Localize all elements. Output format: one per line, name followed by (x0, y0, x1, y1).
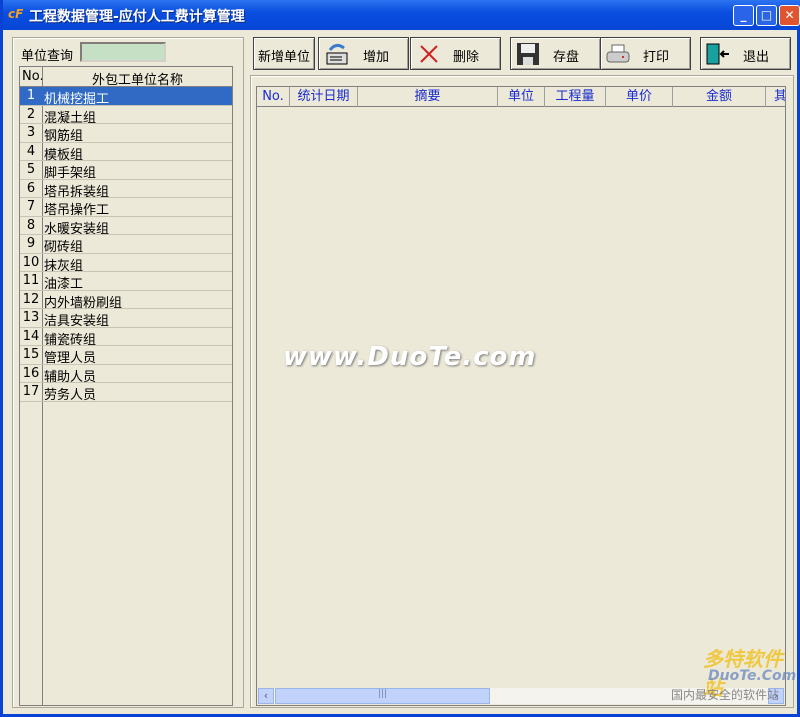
row-no: 3 (26, 125, 36, 140)
row-name: 混凝土组 (44, 110, 97, 126)
save-label: 存盘 (553, 50, 580, 65)
delete-button[interactable]: 删除 (410, 37, 501, 70)
row-name: 管理人员 (44, 351, 97, 366)
list-item[interactable]: 1 机械挖掘工 (20, 87, 232, 107)
list-item[interactable]: 15 管理人员 (20, 346, 232, 366)
row-no: 12 (22, 291, 40, 307)
floppy-disk-icon (517, 43, 539, 65)
list-item[interactable]: 9 砌砖组 (20, 235, 232, 255)
app-window: cF 工程数据管理-应付人工费计算管理 _ □ ✕ 单位查询 No. 外包工单位… (0, 0, 800, 717)
exit-label: 退出 (743, 50, 770, 65)
watermark-slogan: 国内最安全的软件站 (671, 688, 780, 702)
add-label: 增加 (363, 50, 390, 65)
unit-list[interactable]: No. 外包工单位名称 1 机械挖掘工 2 混凝土组 3 钢筋组 4 模板组 5 脚手架组 6 塔吊拆… (19, 66, 233, 706)
row-no: 4 (26, 143, 36, 159)
list-header: No. 外包工单位名称 (20, 67, 232, 88)
row-no: 11 (22, 273, 40, 288)
scroll-left-arrow-icon[interactable]: ‹ (258, 688, 274, 704)
row-no: 14 (22, 328, 40, 344)
grid-header: No. 统计日期 摘要 单位 工程量 单价 金额其 (257, 87, 785, 107)
col-header[interactable]: 金额 (673, 87, 766, 107)
list-item[interactable]: 12 内外墙粉刷组 (20, 291, 232, 311)
exit-door-icon (706, 43, 729, 65)
window-title: 工程数据管理-应付人工费计算管理 (29, 9, 245, 25)
list-item[interactable]: 16 辅助人员 (20, 365, 232, 385)
col-header-no: No. (22, 69, 44, 84)
row-no: 6 (26, 180, 36, 196)
list-item[interactable]: 11 油漆工 (20, 272, 232, 292)
print-label: 打印 (643, 50, 670, 65)
row-name: 水暖安装组 (44, 221, 110, 237)
new-unit-button[interactable]: 新增单位 (253, 37, 315, 70)
list-item[interactable]: 3 钢筋组 (20, 124, 232, 144)
row-name: 机械挖掘工 (44, 92, 110, 107)
row-name: 塔吊操作工 (44, 203, 110, 218)
printer-icon (606, 44, 630, 63)
app-logo-icon: cF (8, 7, 24, 21)
row-name: 劳务人员 (44, 388, 97, 403)
exit-button[interactable]: 退出 (700, 37, 791, 70)
search-input[interactable] (80, 42, 166, 62)
row-no: 10 (22, 254, 40, 270)
col-header[interactable]: No. (257, 87, 290, 107)
add-record-icon (326, 43, 348, 65)
records-grid[interactable]: No. 统计日期 摘要 单位 工程量 单价 金额其 ‹ ||| › (256, 86, 786, 706)
col-header[interactable]: 统计日期 (290, 87, 358, 107)
col-header-name: 外包工单位名称 (92, 73, 184, 88)
row-name: 钢筋组 (44, 129, 84, 144)
list-item[interactable]: 10 抹灰组 (20, 254, 232, 274)
row-name: 洁具安装组 (44, 314, 110, 329)
search-label: 单位查询 (21, 49, 74, 64)
list-item[interactable]: 7 塔吊操作工 (20, 198, 232, 218)
list-item[interactable]: 4 模板组 (20, 143, 232, 163)
list-item[interactable]: 6 塔吊拆装组 (20, 180, 232, 200)
row-no: 7 (26, 199, 36, 214)
col-header[interactable]: 其 (766, 87, 785, 107)
watermark-text: www.DuoTe.com (283, 342, 537, 372)
print-button[interactable]: 打印 (600, 37, 691, 70)
maximize-button[interactable]: □ (756, 5, 777, 26)
col-header[interactable]: 工程量 (545, 87, 606, 107)
row-name: 铺瓷砖组 (44, 332, 97, 348)
row-no: 1 (26, 88, 36, 103)
close-button[interactable]: ✕ (779, 5, 800, 26)
row-name: 模板组 (44, 147, 84, 163)
row-name: 抹灰组 (44, 258, 84, 274)
row-no: 5 (26, 162, 36, 177)
row-no: 2 (26, 106, 36, 122)
delete-x-icon (420, 45, 438, 63)
scroll-thumb[interactable]: ||| (275, 688, 490, 704)
row-no: 17 (22, 384, 40, 399)
list-item[interactable]: 13 洁具安装组 (20, 309, 232, 329)
save-button[interactable]: 存盘 (510, 37, 601, 70)
row-no: 8 (26, 217, 36, 233)
col-header[interactable]: 单位 (498, 87, 545, 107)
row-name: 脚手架组 (44, 166, 97, 181)
row-no: 13 (22, 310, 40, 325)
list-item[interactable]: 8 水暖安装组 (20, 217, 232, 237)
list-item[interactable]: 5 脚手架组 (20, 161, 232, 181)
row-no: 9 (26, 236, 36, 251)
delete-label: 删除 (453, 50, 480, 65)
add-button[interactable]: 增加 (318, 37, 409, 70)
row-name: 塔吊拆装组 (44, 184, 110, 200)
row-name: 油漆工 (44, 277, 84, 292)
watermark-brand-en: DuoTe.Com (708, 668, 797, 684)
row-name: 砌砖组 (44, 240, 84, 255)
list-item[interactable]: 2 混凝土组 (20, 106, 232, 126)
list-item[interactable]: 14 铺瓷砖组 (20, 328, 232, 348)
row-name: 内外墙粉刷组 (44, 295, 123, 311)
row-no: 16 (22, 365, 40, 381)
row-name: 辅助人员 (44, 369, 97, 385)
row-no: 15 (22, 347, 40, 362)
col-header[interactable]: 摘要 (358, 87, 498, 107)
list-item[interactable]: 17 劳务人员 (20, 383, 232, 403)
col-header[interactable]: 单价 (606, 87, 673, 107)
minimize-button[interactable]: _ (733, 5, 754, 26)
title-bar: cF 工程数据管理-应付人工费计算管理 _ □ ✕ (3, 0, 800, 30)
new-unit-label: 新增单位 (258, 50, 311, 65)
